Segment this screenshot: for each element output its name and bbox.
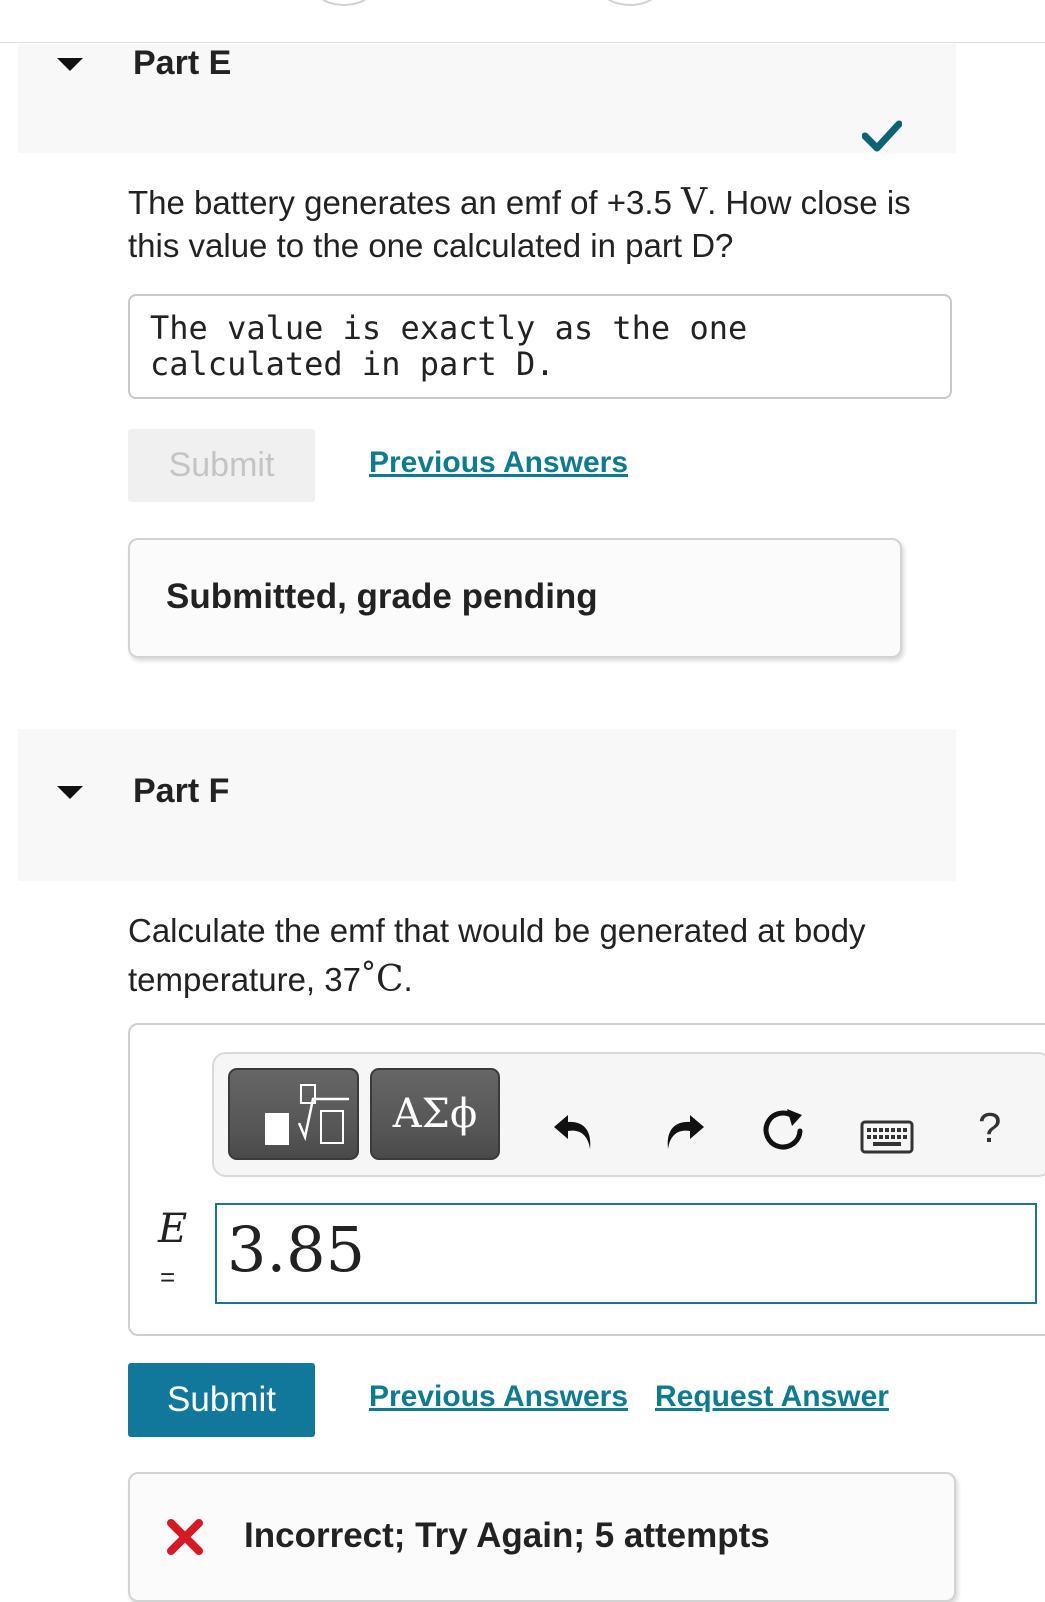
submit-button[interactable]: Submit — [128, 1363, 315, 1437]
divider — [0, 42, 1045, 43]
progress-dot — [600, 0, 660, 6]
answer-textarea[interactable]: The value is exactly as the one calculat… — [128, 294, 952, 399]
feedback-text: Incorrect; Try Again; 5 attempts — [244, 1516, 770, 1555]
collapse-triangle-icon[interactable] — [57, 786, 83, 799]
undo-icon[interactable] — [550, 1105, 598, 1153]
previous-answers-link[interactable]: Previous Answers — [369, 1380, 628, 1414]
part-f-question: Calculate the emf that would be generate… — [128, 912, 866, 1000]
templates-button[interactable] — [228, 1068, 359, 1160]
equals-sign: = — [160, 1262, 176, 1292]
help-icon[interactable]: ? — [978, 1104, 1001, 1152]
greek-symbols-button[interactable]: ΑΣϕ — [370, 1068, 500, 1160]
submit-button-disabled[interactable]: Submit — [128, 429, 315, 502]
answer-text: The value is exactly as the one calculat… — [150, 309, 767, 383]
request-answer-link[interactable]: Request Answer — [655, 1380, 889, 1414]
redo-icon[interactable] — [660, 1105, 708, 1153]
part-e-title: Part E — [133, 44, 232, 82]
checkmark-icon — [862, 120, 902, 152]
emf-answer-input[interactable]: 3.85 — [215, 1203, 1037, 1304]
templates-icon — [264, 1084, 349, 1145]
part-f-title: Part F — [133, 772, 230, 810]
feedback-text: Submitted, grade pending — [166, 577, 598, 616]
previous-section-edge — [0, 0, 1045, 6]
reset-icon[interactable] — [760, 1105, 808, 1153]
progress-dot — [314, 0, 374, 6]
keyboard-icon[interactable] — [860, 1120, 914, 1154]
incorrect-x-icon — [167, 1519, 203, 1555]
previous-answers-link[interactable]: Previous Answers — [369, 446, 628, 480]
feedback-box: Submitted, grade pending — [128, 538, 902, 658]
collapse-triangle-icon[interactable] — [57, 58, 83, 71]
part-e-question: The battery generates an emf of +3.5 V. … — [128, 182, 911, 264]
answer-value: 3.85 — [227, 1213, 366, 1286]
variable-label: E — [158, 1206, 188, 1252]
